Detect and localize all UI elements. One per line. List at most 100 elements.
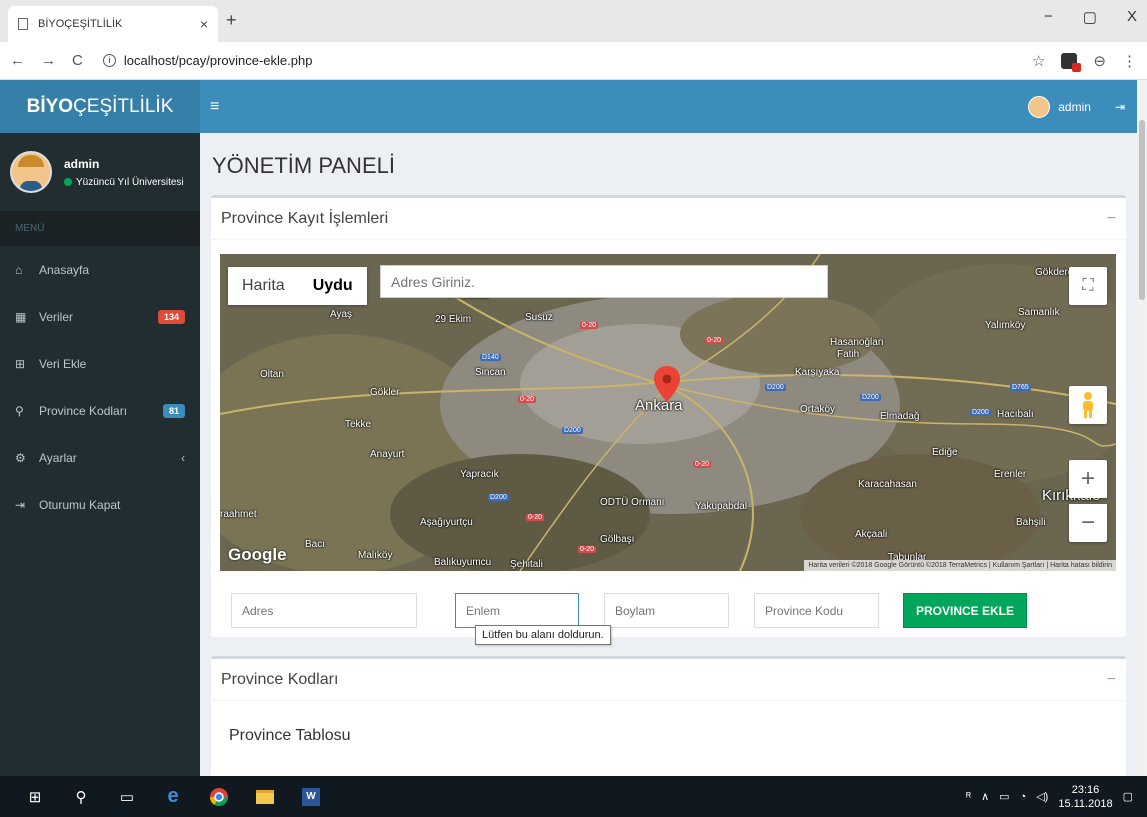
map-label: Karşıyaka	[795, 367, 840, 378]
sidebar-item-veriler[interactable]: ▦ Veriler 134	[0, 293, 200, 340]
map-type-harita[interactable]: Harita	[228, 277, 299, 295]
box-title: Province Kayıt İşlemleri	[221, 209, 389, 227]
map-label: Ediğe	[932, 447, 958, 458]
url-field[interactable]: localhost/pcay/province-ekle.php	[124, 53, 313, 68]
people-icon[interactable]: ᴿ	[966, 791, 971, 803]
browser-menu-icon[interactable]: ⋮	[1122, 52, 1137, 70]
notifications-icon[interactable]: ▢	[1123, 790, 1133, 803]
map-label: Bahşili	[1016, 517, 1046, 528]
map-label: Erenler	[994, 469, 1027, 480]
avatar[interactable]	[1028, 95, 1051, 118]
sidebar-item-anasayfa[interactable]: ⌂ Anasayfa	[0, 246, 200, 293]
maximize-button[interactable]: ▢	[1083, 8, 1097, 26]
info-icon[interactable]: i	[102, 54, 116, 67]
task-view-icon[interactable]: ▭	[104, 776, 150, 817]
map-marker-icon: ⚲	[15, 403, 24, 418]
tray-chevron-icon[interactable]: ∧	[981, 790, 989, 803]
map-attribution[interactable]: Harita verileri ©2018 Google Görüntü ©20…	[804, 560, 1116, 571]
word-icon[interactable]: W	[288, 776, 334, 817]
wifi-icon[interactable]: ◔	[1020, 791, 1027, 803]
zoom-out-button[interactable]: −	[1069, 504, 1107, 542]
map-label: Samanlık	[1018, 307, 1060, 318]
fullscreen-icon[interactable]: ⛶	[1069, 267, 1107, 305]
road-marker: D200	[860, 394, 881, 401]
tab-close-icon[interactable]: ×	[200, 16, 208, 32]
count-badge: 81	[162, 403, 185, 418]
road-marker: 0-20	[578, 546, 597, 553]
home-icon: ⌂	[15, 262, 23, 277]
sidebar-item-province-kodlari[interactable]: ⚲ Province Kodları 81	[0, 387, 200, 434]
location-pin-icon[interactable]	[654, 366, 680, 402]
chevron-left-icon: ‹	[181, 450, 185, 465]
sign-out-icon: ⇥	[15, 497, 26, 512]
province-form: PROVINCE EKLE	[231, 593, 1028, 628]
top-user-name[interactable]: admin	[1058, 100, 1091, 114]
minimize-button[interactable]: −	[1044, 8, 1053, 26]
volume-icon[interactable]: ◁)	[1036, 790, 1048, 803]
map-label: Gölbaşı	[600, 534, 635, 545]
back-button[interactable]: ←	[10, 52, 25, 69]
map-type-uydu[interactable]: Uydu	[299, 277, 367, 295]
province-kodu-input[interactable]	[754, 593, 879, 628]
map-label: Susuz	[525, 312, 553, 323]
adres-input[interactable]	[231, 593, 417, 628]
collapse-icon[interactable]: −	[1107, 210, 1116, 228]
extension-icon[interactable]	[1061, 52, 1082, 72]
map-label: Oltan	[260, 369, 284, 380]
sidebar-item-oturumu-kapat[interactable]: ⇥ Oturumu Kapat	[0, 481, 200, 528]
user-panel: admin Yüzüncü Yıl Üniversitesi	[0, 133, 200, 211]
province-ekle-button[interactable]: PROVINCE EKLE	[903, 593, 1028, 628]
main-content: YÖNETİM PANELİ Province Kayıt İşlemleri …	[200, 133, 1137, 776]
road-marker: D200	[970, 409, 991, 416]
search-icon[interactable]: ⚲	[58, 776, 104, 817]
map-label: Yakupabdal	[695, 501, 748, 512]
app-logo[interactable]: BİYOÇEŞİTLİLİK	[0, 80, 200, 133]
reload-button[interactable]: C	[72, 52, 83, 69]
map-label: ODTÜ Ormanı	[600, 497, 665, 508]
street-view-pegman-icon[interactable]	[1069, 386, 1107, 424]
map-label: Ayaş	[330, 309, 353, 320]
map-label: Sincan	[475, 367, 506, 378]
system-clock[interactable]: 23:16 15.11.2018	[1058, 783, 1112, 811]
sidebar-toggle-icon[interactable]: ≡	[210, 98, 219, 116]
enlem-input[interactable]	[455, 593, 579, 628]
map-label: Karacahasan	[858, 479, 917, 490]
sidebar-item-ayarlar[interactable]: ⚙ Ayarlar ‹	[0, 434, 200, 481]
map-label: Şehitali	[510, 559, 543, 570]
chrome-icon[interactable]	[196, 776, 242, 817]
sidebar-item-veri-ekle[interactable]: ⊞ Veri Ekle	[0, 340, 200, 387]
page-title: YÖNETİM PANELİ	[212, 153, 395, 178]
file-explorer-icon[interactable]	[242, 776, 288, 817]
new-tab-button[interactable]: +	[226, 10, 237, 31]
road-marker: 0-20	[518, 396, 537, 403]
map-label: Bacı	[305, 539, 326, 550]
road-marker: 0-20	[580, 322, 599, 329]
map-address-input[interactable]	[380, 265, 828, 298]
profile-icon[interactable]: ⊖	[1093, 52, 1106, 70]
map-view[interactable]: Ankara Pursaklar Ayaş 29 Ekim Susuz Olta…	[220, 254, 1116, 571]
road-marker: D200	[765, 384, 786, 391]
sign-out-icon[interactable]: ⇥	[1115, 100, 1125, 114]
page-icon	[18, 18, 28, 30]
windows-start-icon[interactable]: ⊞	[12, 776, 58, 817]
edge-browser-icon[interactable]: e	[150, 776, 196, 817]
map-label: Aşağıyurtçu	[420, 517, 473, 528]
battery-icon[interactable]: ▭	[999, 790, 1009, 803]
map-label: Fatih	[837, 349, 860, 360]
bookmark-star-icon[interactable]: ☆	[1032, 52, 1045, 70]
online-status-icon	[64, 178, 72, 186]
road-marker: D200	[488, 494, 509, 501]
road-marker: D765	[1010, 384, 1031, 391]
sidebar: BİYOÇEŞİTLİLİK admin Yüzüncü Yıl Ünivers…	[0, 80, 200, 776]
plus-square-icon: ⊞	[15, 356, 26, 371]
close-window-button[interactable]: X	[1127, 8, 1137, 26]
province-form-box: Province Kayıt İşlemleri − Ankara Pursa	[211, 195, 1126, 645]
boylam-input[interactable]	[604, 593, 729, 628]
page-scrollbar[interactable]	[1137, 80, 1147, 776]
google-logo: Google	[228, 545, 287, 564]
collapse-icon[interactable]: −	[1107, 671, 1116, 689]
forward-button[interactable]: →	[41, 52, 56, 69]
zoom-in-button[interactable]: +	[1069, 460, 1107, 498]
browser-tab[interactable]: BİYOÇEŞİTLİLİK ×	[8, 6, 218, 42]
map-label: Gökler	[370, 387, 400, 398]
